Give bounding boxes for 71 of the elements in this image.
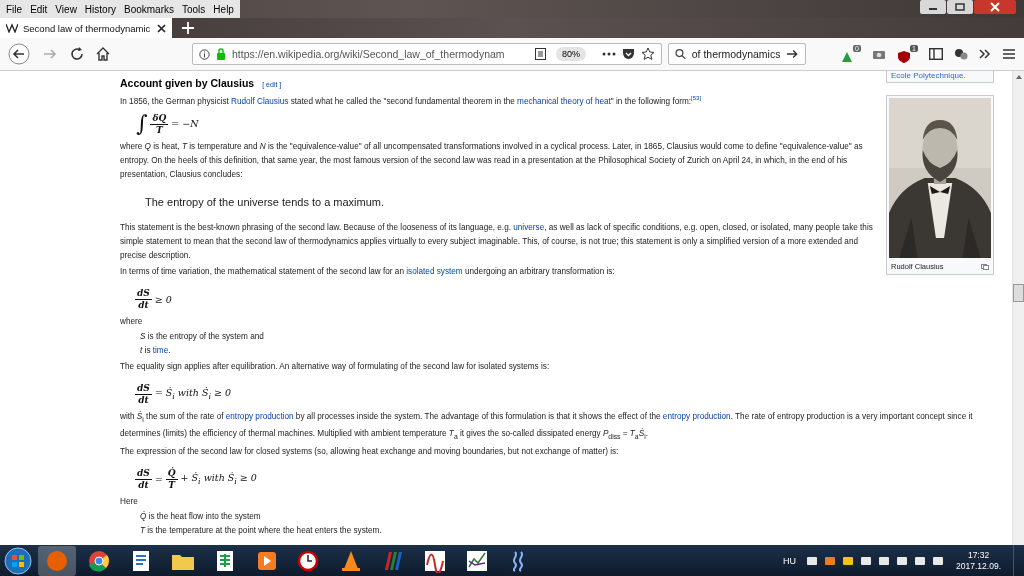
- tray-icon[interactable]: [896, 554, 909, 567]
- tray-icon[interactable]: [824, 554, 837, 567]
- tray-icon[interactable]: [860, 554, 873, 567]
- paragraph: Here: [120, 496, 139, 509]
- menu-item[interactable]: Tools: [178, 3, 210, 15]
- shield-icon: [897, 49, 911, 64]
- wikipedia-icon: [6, 23, 18, 33]
- zoom-level[interactable]: 80%: [556, 47, 586, 61]
- home-icon[interactable]: [96, 47, 110, 61]
- section-heading: Account given by Clausius: [120, 77, 255, 89]
- reader-view-icon[interactable]: [535, 48, 546, 60]
- link[interactable]: isolated system: [406, 267, 463, 276]
- tray-icon[interactable]: [914, 554, 927, 567]
- search-icon: [675, 48, 686, 60]
- sidebar-icon[interactable]: [929, 48, 943, 60]
- scrollbar[interactable]: [1012, 71, 1024, 545]
- pocket-icon[interactable]: [622, 48, 635, 60]
- menu-item[interactable]: History: [80, 3, 120, 15]
- menu-item[interactable]: Bookmarks: [120, 3, 178, 15]
- paragraph: In terms of time variation, the mathematical statement of the second law for an isolated system undergoing an arbitrary transformation is:: [120, 266, 616, 278]
- tab-title: Second law of thermodynamic: [23, 22, 152, 34]
- block-quote: The entropy of the universe tends to a maximum.: [145, 196, 386, 208]
- tray-icon[interactable]: [806, 554, 819, 567]
- paragraph: The expression of the second law for closed systems (so, allowing heat exchange and moving boundaries, but not exchange of matter) is:: [120, 446, 620, 459]
- browser-tab[interactable]: Second law of thermodynamic: [0, 18, 172, 38]
- clock[interactable]: 17:32 2017.12.09.: [956, 549, 1001, 572]
- enlarge-icon[interactable]: [981, 263, 989, 270]
- list-item: t is time.: [139, 345, 172, 357]
- language-indicator[interactable]: HU: [783, 555, 797, 566]
- menu-icon[interactable]: [1002, 48, 1016, 60]
- minimize-icon[interactable]: [920, 0, 946, 14]
- address-bar[interactable]: https://en.wikipedia.org/wiki/Second_law_of_thermodynam 80%: [192, 43, 662, 65]
- menu-item[interactable]: Help: [209, 3, 238, 15]
- menu-item[interactable]: View: [51, 3, 81, 15]
- camera-icon[interactable]: [872, 48, 886, 60]
- paragraph: In 1856, the German physicist Rudolf Clausius stated what he called the "second fundamental theorem in the mechanical theory of heat" in the following form:$^{[53]}$: [120, 95, 703, 108]
- restore-icon[interactable]: [947, 0, 973, 14]
- go-arrow-icon[interactable]: [786, 48, 799, 60]
- close-icon[interactable]: [157, 23, 166, 33]
- link[interactable]: mechanical theory of heat: [517, 97, 611, 106]
- spheres-icon[interactable]: [954, 48, 968, 60]
- list-item: S is the entropy of the system and: [139, 331, 265, 343]
- list-item: T is the temperature at the point where the heat enters the system.: [139, 525, 383, 538]
- image-caption: Ecole Polytechnique.: [891, 71, 966, 81]
- tray-icon[interactable]: [878, 554, 891, 567]
- menu-item[interactable]: File: [2, 3, 27, 15]
- tray-icon[interactable]: [932, 554, 945, 567]
- url-text: https://en.wikipedia.org/wiki/Second_law_of_thermodynam: [232, 48, 506, 60]
- lock-icon: [216, 48, 226, 60]
- new-tab-icon[interactable]: [182, 22, 194, 34]
- reload-icon[interactable]: [70, 47, 84, 61]
- link[interactable]: Rudolf Clausius: [231, 97, 289, 106]
- list-item: Q̇ is the heat flow into the system: [139, 510, 262, 524]
- paragraph: where: [120, 316, 144, 328]
- paragraph: with Ṡ$_{i}$ the sum of the rate of entropy production by all processes inside the system. The advantage of this formulation is that it shows the effect of the entropy production. The rate of entropy production is a very important concept since it determines (limits) the efficiency of thermal machines. Multiplied with ambient temperature T$_{a}$ it gives the so-called dissipated energy P$_{diss}$ = T$_{a}$Ṡ$_{i}$.: [120, 410, 974, 442]
- paragraph: The equality sign applies after equilibration. An alternative way of formulating of the second law for isolated systems is:: [120, 361, 551, 373]
- scroll-up-icon[interactable]: [1015, 75, 1022, 79]
- more-icon[interactable]: [602, 52, 616, 56]
- paragraph: This statement is the best-known phrasing of the second law. Because of the looseness of its language, e.g. universe, as well as lack of specific conditions, e.g. open, closed, or isolated, many people take this simple statement to mean that the second law of thermodynamics applies virtually to every subject imaginable. This, of course, is not true; this statement is only a simplified version of a more extended and precise description.: [120, 222, 874, 262]
- paragraph: where Q is heat, T is temperature and N is the "equivalence-value" of all uncompensated transformations involved in a cyclical process. Later, in 1865, Clausius would come to define "equivalence-value" as entropy. On the heels of this definition, that same year, the most famous version of the second law was read in a presentation at the Philosophical Society of Zurich on April 24, in which, in the end of his presentation, Clausius concludes:: [120, 141, 864, 181]
- start-icon[interactable]: [4, 546, 32, 575]
- scroll-thumb[interactable]: [1013, 284, 1024, 302]
- back-icon[interactable]: [8, 43, 30, 65]
- info-icon: [199, 48, 210, 60]
- search-field[interactable]: of thermodynamics: [668, 43, 806, 65]
- link[interactable]: entropy production: [662, 412, 731, 421]
- menu-item[interactable]: Edit: [26, 3, 52, 15]
- bookmark-star-icon[interactable]: [641, 47, 655, 61]
- overflow-chevron-icon[interactable]: [979, 49, 991, 59]
- tray-icon[interactable]: [842, 554, 855, 567]
- link[interactable]: entropy production: [225, 412, 294, 421]
